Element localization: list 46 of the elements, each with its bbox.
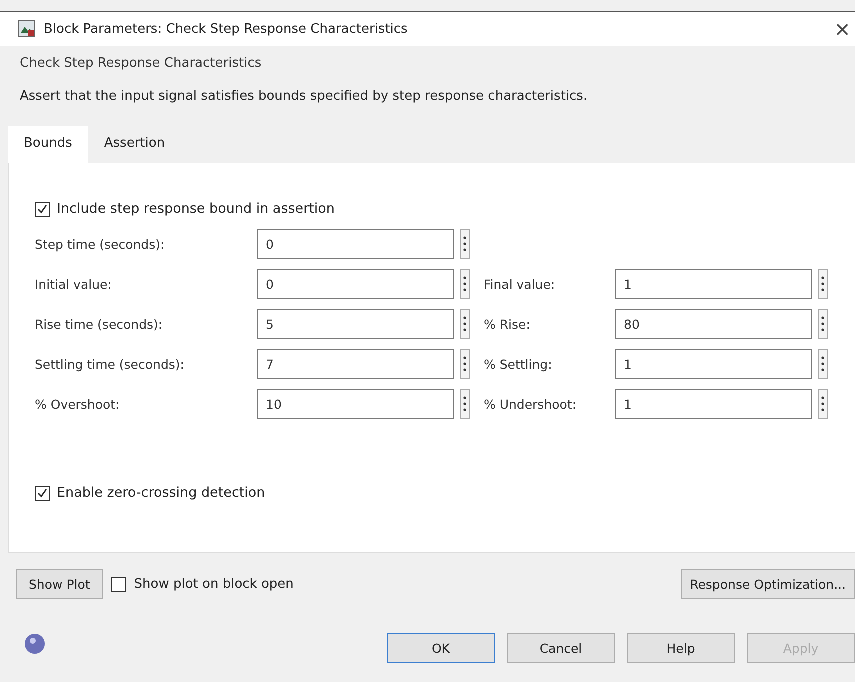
more-options-icon[interactable]: [460, 389, 470, 419]
checkbox[interactable]: [111, 576, 126, 592]
input-field[interactable]: 10: [257, 389, 454, 419]
input-field[interactable]: 1: [615, 389, 812, 419]
field-label: Final value:: [484, 276, 556, 292]
description: Assert that the input signal satisfies bounds specified by step response characteristics.: [19, 88, 589, 104]
help-icon[interactable]: [24, 633, 46, 655]
window-title: Block Parameters: Check Step Response Characteristics: [44, 22, 409, 36]
group-title: Check Step Response Characteristics: [20, 56, 262, 71]
field-label: Step time (seconds):: [35, 236, 166, 252]
checkbox[interactable]: [35, 486, 50, 500]
field-label: Rise time (seconds):: [35, 316, 164, 332]
field-label: % Overshoot:: [35, 396, 121, 412]
dialog-button[interactable]: Cancel: [507, 633, 615, 663]
more-options-icon[interactable]: [460, 309, 470, 339]
response-optimization-button[interactable]: Response Optimization...: [681, 569, 855, 599]
more-options-icon[interactable]: [818, 349, 828, 379]
more-options-icon[interactable]: [460, 229, 470, 259]
field-label: % Rise:: [484, 316, 532, 332]
input-field[interactable]: 7: [257, 349, 454, 379]
more-options-icon[interactable]: [818, 309, 828, 339]
checkbox-label: Enable zero-crossing detection: [57, 485, 266, 501]
field-label: % Settling:: [484, 356, 554, 372]
input-field[interactable]: 0: [257, 269, 454, 299]
input-field[interactable]: 80: [615, 309, 812, 339]
show-plot-button[interactable]: Show Plot: [16, 569, 104, 599]
more-options-icon[interactable]: [460, 269, 470, 299]
input-field[interactable]: 1: [615, 269, 812, 299]
input-field[interactable]: 1: [615, 349, 812, 379]
dialog-button[interactable]: OK: [387, 633, 495, 663]
field-label: Initial value:: [35, 276, 113, 292]
app-icon: [18, 20, 36, 38]
close-button[interactable]: ×: [834, 17, 851, 41]
field-label: % Undershoot:: [484, 396, 578, 412]
tab[interactable]: Assertion: [88, 126, 182, 163]
dialog-button[interactable]: Help: [627, 633, 735, 663]
tab[interactable]: Bounds: [8, 126, 88, 163]
more-options-icon[interactable]: [818, 389, 828, 419]
checkbox-label: Show plot on block open: [134, 576, 294, 592]
checkbox-label: Include step response bound in assertion: [57, 201, 335, 217]
more-options-icon[interactable]: [818, 269, 828, 299]
checkbox[interactable]: [35, 202, 50, 216]
field-label: Settling time (seconds):: [35, 356, 186, 372]
input-field[interactable]: 5: [257, 309, 454, 339]
input-field[interactable]: 0: [257, 229, 454, 259]
more-options-icon[interactable]: [460, 349, 470, 379]
